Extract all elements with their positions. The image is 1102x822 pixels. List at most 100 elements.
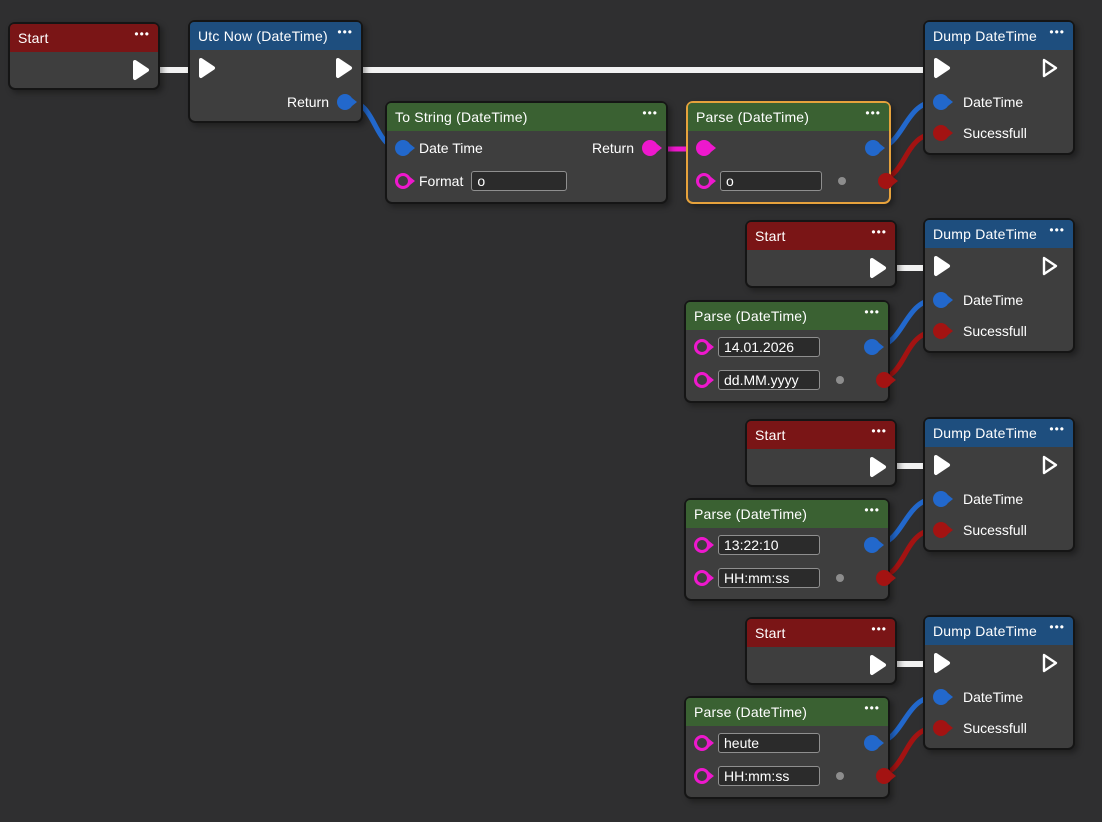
node-parse-2[interactable]: Parse (DateTime) ••• <box>684 300 890 403</box>
datetime-output-pin[interactable] <box>337 94 353 110</box>
node-title: Parse (DateTime) <box>694 308 807 324</box>
node-menu-icon[interactable]: ••• <box>1049 424 1065 434</box>
datetime-input-label: DateTime <box>963 94 1023 110</box>
node-dump-datetime-3[interactable]: Dump DateTime ••• DateTime Sucessfull <box>923 417 1075 552</box>
node-start-1[interactable]: Start ••• <box>8 22 160 90</box>
success-output-pin[interactable] <box>878 173 894 189</box>
format-input-pin[interactable] <box>694 372 710 388</box>
format-value-field[interactable] <box>471 171 567 191</box>
exec-out-pin[interactable] <box>867 255 889 281</box>
exec-in-pin[interactable] <box>931 55 953 81</box>
node-parse-4[interactable]: Parse (DateTime) ••• <box>684 696 890 799</box>
value-field[interactable] <box>718 535 820 555</box>
node-menu-icon[interactable]: ••• <box>642 108 658 118</box>
format-input-pin[interactable] <box>395 173 411 189</box>
success-input-label: Sucessfull <box>963 323 1027 339</box>
node-to-string[interactable]: To String (DateTime) ••• Date Time Retur… <box>385 101 668 204</box>
success-input-pin[interactable] <box>933 323 949 339</box>
node-menu-icon[interactable]: ••• <box>871 426 887 436</box>
success-input-label: Sucessfull <box>963 522 1027 538</box>
format-input-label: Format <box>419 173 463 189</box>
value-field[interactable] <box>718 733 820 753</box>
format-input-pin[interactable] <box>696 173 712 189</box>
node-start-2[interactable]: Start ••• <box>745 220 897 288</box>
datetime-input-label: Date Time <box>419 140 483 156</box>
node-dump-datetime-2[interactable]: Dump DateTime ••• DateTime Sucessfull <box>923 218 1075 353</box>
exec-in-pin[interactable] <box>196 55 218 81</box>
node-title: Dump DateTime <box>933 623 1037 639</box>
node-menu-icon[interactable]: ••• <box>864 703 880 713</box>
value-input-pin[interactable] <box>696 140 712 156</box>
datetime-input-pin[interactable] <box>933 491 949 507</box>
node-start-3[interactable]: Start ••• <box>745 419 897 487</box>
exec-out-pin[interactable] <box>130 57 152 83</box>
value-field[interactable] <box>718 337 820 357</box>
value-input-pin[interactable] <box>694 339 710 355</box>
value-input-pin[interactable] <box>694 537 710 553</box>
exec-out-pin[interactable] <box>333 55 355 81</box>
node-title: Start <box>755 427 786 443</box>
node-title: Start <box>18 30 49 46</box>
node-utc-now[interactable]: Utc Now (DateTime) ••• Return <box>188 20 363 123</box>
format-value-field[interactable] <box>718 370 820 390</box>
exec-in-pin[interactable] <box>931 650 953 676</box>
datetime-input-label: DateTime <box>963 689 1023 705</box>
exec-out-pin[interactable] <box>1039 253 1061 279</box>
success-output-pin[interactable] <box>876 570 892 586</box>
string-output-pin[interactable] <box>642 140 658 156</box>
node-title: To String (DateTime) <box>395 109 528 125</box>
node-start-4[interactable]: Start ••• <box>745 617 897 685</box>
format-value-field[interactable] <box>718 568 820 588</box>
exec-out-pin[interactable] <box>1039 452 1061 478</box>
node-menu-icon[interactable]: ••• <box>134 29 150 39</box>
node-menu-icon[interactable]: ••• <box>864 505 880 515</box>
format-input-pin[interactable] <box>694 570 710 586</box>
node-title: Parse (DateTime) <box>694 506 807 522</box>
node-dump-datetime-1[interactable]: Dump DateTime ••• DateTime Sucessfull <box>923 20 1075 155</box>
node-parse-3[interactable]: Parse (DateTime) ••• <box>684 498 890 601</box>
pin-indicator-dot <box>836 376 844 384</box>
datetime-output-pin[interactable] <box>864 735 880 751</box>
exec-out-pin[interactable] <box>867 454 889 480</box>
node-title: Dump DateTime <box>933 425 1037 441</box>
datetime-input-pin[interactable] <box>395 140 411 156</box>
node-menu-icon[interactable]: ••• <box>1049 622 1065 632</box>
success-output-pin[interactable] <box>876 372 892 388</box>
success-input-pin[interactable] <box>933 720 949 736</box>
datetime-input-pin[interactable] <box>933 94 949 110</box>
exec-out-pin[interactable] <box>1039 55 1061 81</box>
datetime-output-pin[interactable] <box>864 339 880 355</box>
node-title: Dump DateTime <box>933 226 1037 242</box>
format-value-field[interactable] <box>720 171 822 191</box>
success-input-pin[interactable] <box>933 125 949 141</box>
node-menu-icon[interactable]: ••• <box>1049 27 1065 37</box>
node-dump-datetime-4[interactable]: Dump DateTime ••• DateTime Sucessfull <box>923 615 1075 750</box>
datetime-input-pin[interactable] <box>933 292 949 308</box>
datetime-output-pin[interactable] <box>864 537 880 553</box>
pin-indicator-dot <box>836 574 844 582</box>
exec-out-pin[interactable] <box>1039 650 1061 676</box>
format-input-pin[interactable] <box>694 768 710 784</box>
node-title: Parse (DateTime) <box>694 704 807 720</box>
format-value-field[interactable] <box>718 766 820 786</box>
datetime-input-label: DateTime <box>963 292 1023 308</box>
success-input-label: Sucessfull <box>963 720 1027 736</box>
datetime-input-pin[interactable] <box>933 689 949 705</box>
node-menu-icon[interactable]: ••• <box>337 27 353 37</box>
exec-out-pin[interactable] <box>867 652 889 678</box>
datetime-output-pin[interactable] <box>865 140 881 156</box>
pin-indicator-dot <box>838 177 846 185</box>
exec-in-pin[interactable] <box>931 452 953 478</box>
node-menu-icon[interactable]: ••• <box>871 227 887 237</box>
node-title: Parse (DateTime) <box>696 109 809 125</box>
node-menu-icon[interactable]: ••• <box>865 108 881 118</box>
value-input-pin[interactable] <box>694 735 710 751</box>
node-menu-icon[interactable]: ••• <box>1049 225 1065 235</box>
node-parse-1[interactable]: Parse (DateTime) ••• <box>686 101 891 204</box>
success-input-pin[interactable] <box>933 522 949 538</box>
node-menu-icon[interactable]: ••• <box>864 307 880 317</box>
exec-in-pin[interactable] <box>931 253 953 279</box>
node-editor-canvas[interactable]: Start ••• Utc Now (DateTime) ••• <box>0 0 1102 822</box>
success-output-pin[interactable] <box>876 768 892 784</box>
node-menu-icon[interactable]: ••• <box>871 624 887 634</box>
